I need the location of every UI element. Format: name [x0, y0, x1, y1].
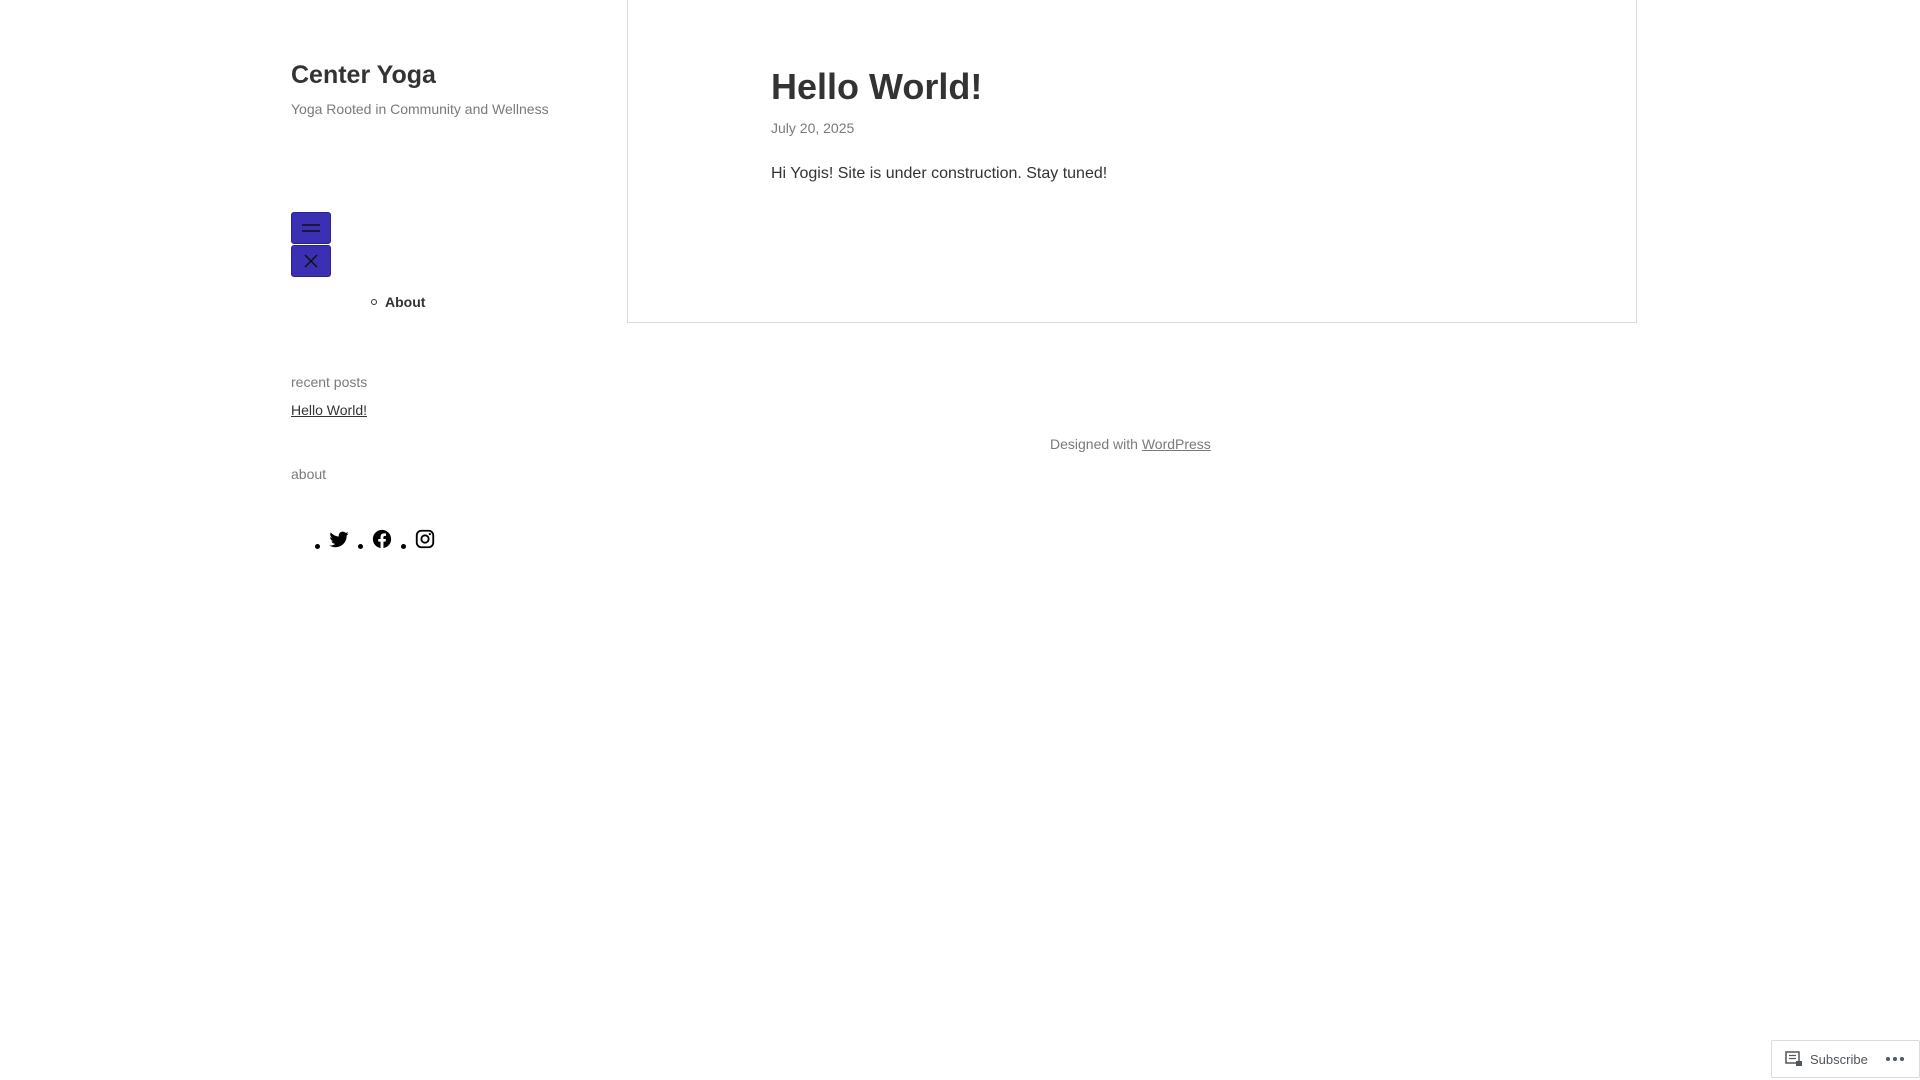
menu-close-button[interactable] [291, 245, 331, 277]
sidebar: Center Yoga Yoga Rooted in Community and… [291, 60, 591, 549]
primary-nav: About [371, 294, 425, 310]
facebook-icon[interactable] [371, 528, 393, 550]
hamburger-icon [302, 224, 320, 232]
list-bullet [401, 543, 406, 549]
menu-open-button[interactable] [291, 212, 331, 244]
post-title[interactable]: Hello World! [771, 66, 982, 108]
nav-item-label[interactable]: About [385, 294, 425, 310]
twitter-icon[interactable] [328, 528, 350, 550]
close-icon [304, 254, 318, 268]
wordpress-link[interactable]: WordPress [1142, 436, 1211, 452]
nav-item-about[interactable]: About [371, 294, 425, 310]
dot [1885, 1057, 1890, 1061]
dot [1899, 1057, 1904, 1061]
footer-credit: Designed with WordPress [1050, 436, 1211, 452]
list-bullet [371, 299, 377, 305]
site-tagline: Yoga Rooted in Community and Wellness [291, 101, 549, 117]
reader-icon [1785, 1051, 1802, 1066]
subscribe-bar: Subscribe [1771, 1040, 1920, 1078]
about-widget-title: about [291, 466, 327, 482]
subscribe-label: Subscribe [1810, 1051, 1868, 1067]
recent-posts-title: recent posts [291, 374, 368, 390]
social-links [315, 528, 444, 550]
instagram-icon[interactable] [414, 528, 436, 550]
page: Center Yoga Yoga Rooted in Community and… [0, 0, 1920, 1080]
list-bullet [315, 543, 320, 549]
site-title[interactable]: Center Yoga [291, 60, 591, 90]
dot [1892, 1057, 1897, 1061]
subscribe-button[interactable]: Subscribe [1772, 1051, 1868, 1067]
post-body: Hi Yogis! Site is under construction. St… [771, 165, 1108, 182]
post-date[interactable]: July 20, 2025 [771, 120, 854, 136]
ellipsis-icon[interactable] [1885, 1057, 1904, 1061]
footer-prefix: Designed with [1050, 436, 1142, 452]
list-bullet [358, 543, 363, 549]
recent-post-link[interactable]: Hello World! [291, 402, 367, 418]
post-card: Hello World! July 20, 2025 Hi Yogis! Sit… [627, 0, 1637, 323]
